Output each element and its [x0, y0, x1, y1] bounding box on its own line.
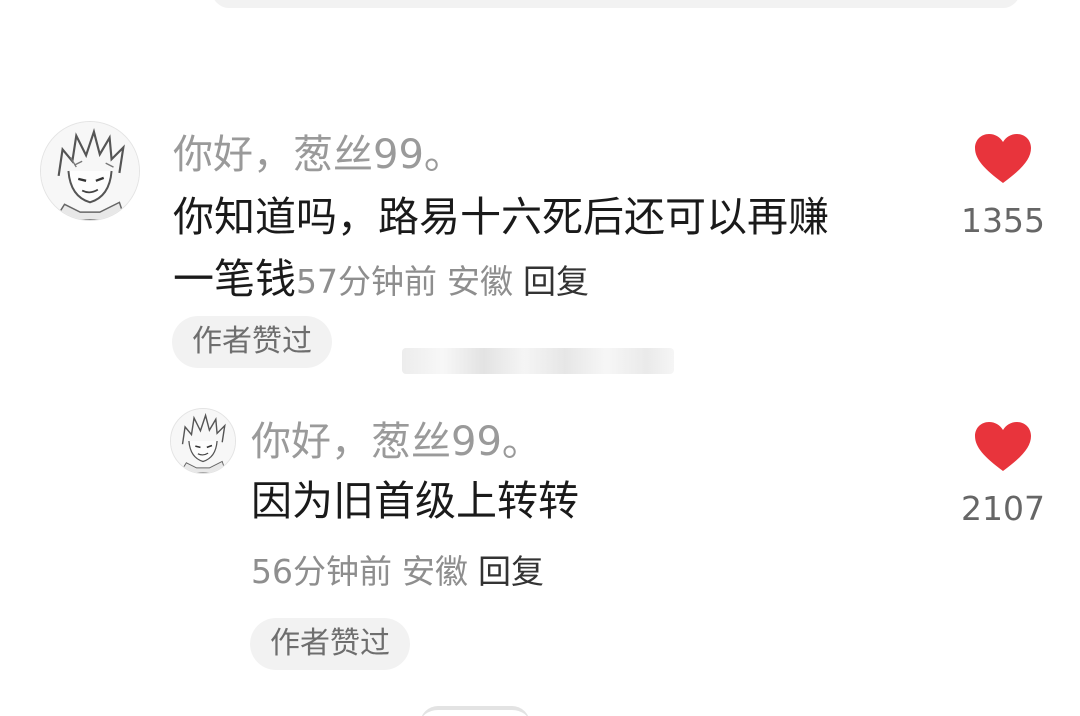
reply-user-avatar[interactable]: [170, 408, 236, 474]
blurred-area: [402, 348, 674, 374]
reply-meta: 56分钟前 安徽 回复: [251, 545, 554, 593]
heart-icon: [975, 422, 1031, 471]
author-liked-badge: 作者赞过: [250, 618, 410, 670]
anime-avatar-icon: [41, 122, 139, 220]
reply-username[interactable]: 你好，葱丝99。: [251, 409, 542, 467]
comment-text-line: 一笔钱: [173, 255, 296, 303]
comment-section: 你好，葱丝99。 你知道吗，路易十六死后还可以再赚 一笔钱57分钟前 安徽 回复 作…: [0, 0, 1080, 716]
reply-like-button[interactable]: 2107: [943, 421, 1063, 528]
heart-icon: [975, 134, 1031, 183]
user-avatar[interactable]: [40, 121, 140, 221]
comment-location: 安徽: [447, 262, 513, 301]
reply-location: 安徽: [402, 552, 468, 591]
comment-text-line: 你知道吗，路易十六死后还可以再赚: [173, 193, 829, 241]
input-bar[interactable]: [212, 0, 1020, 8]
comment-time: 57分钟前: [296, 262, 437, 301]
reply-time: 56分钟前: [251, 552, 392, 591]
comment-username[interactable]: 你好，葱丝99。: [173, 122, 464, 180]
author-liked-badge: 作者赞过: [172, 316, 332, 368]
reply-button[interactable]: 回复: [478, 552, 544, 591]
reply-body: 因为旧首级上转转: [251, 477, 579, 525]
like-count: 1355: [961, 201, 1045, 240]
comment-meta: 57分钟前 安徽 回复: [296, 262, 599, 301]
like-count: 2107: [961, 489, 1045, 528]
like-button[interactable]: 1355: [943, 133, 1063, 240]
reply-button[interactable]: 回复: [523, 262, 589, 301]
comment-body: 你知道吗，路易十六死后还可以再赚 一笔钱57分钟前 安徽 回复: [173, 186, 893, 313]
comment-text-line-with-meta: 一笔钱57分钟前 安徽 回复: [173, 248, 893, 313]
anime-avatar-icon: [171, 409, 235, 473]
next-item-fragment: [420, 706, 530, 716]
